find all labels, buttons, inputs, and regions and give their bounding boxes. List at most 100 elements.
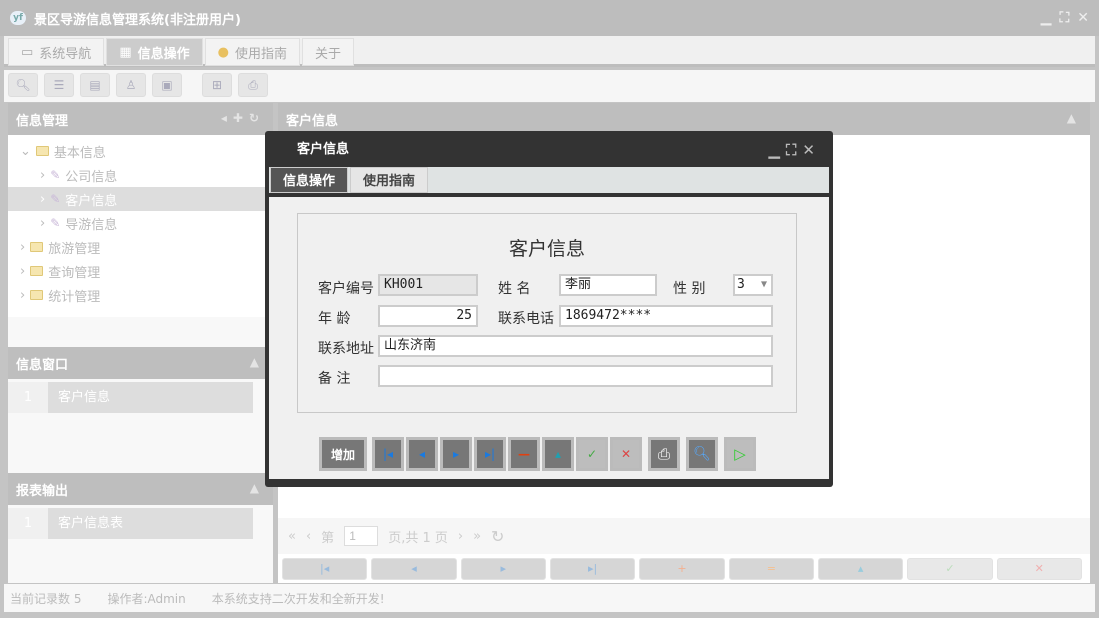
- first-record-button[interactable]: |◂: [372, 437, 404, 471]
- tree-item-query[interactable]: › 查询管理: [8, 259, 273, 283]
- tool-icon: ✎: [50, 168, 61, 182]
- chevron-right-icon: ›: [40, 191, 46, 207]
- tree-item-basic-info[interactable]: ⌄ 基本信息: [8, 139, 273, 163]
- run-button[interactable]: ▷: [724, 437, 756, 471]
- close-icon[interactable]: ✕: [802, 141, 821, 159]
- pagination: «‹ 第 页,共 1 页 ›» ↻: [278, 518, 1090, 554]
- customer-info-dialog: 客户信息 ▁⛶✕ 信息操作 使用指南 客户信息 客户编号 KH001 姓 名 李…: [265, 131, 833, 487]
- delete-button[interactable]: —: [508, 437, 540, 471]
- list-icon[interactable]: ☰: [44, 73, 74, 97]
- collapse-up-icon[interactable]: ▲: [250, 481, 265, 495]
- window-icon[interactable]: ▣: [152, 73, 182, 97]
- status-bar: 当前记录数 5 操作者:Admin 本系统支持二次开发和全新开发!: [4, 584, 1095, 612]
- folder-icon: [30, 242, 44, 252]
- edit-button[interactable]: ▴: [542, 437, 574, 471]
- tab-about[interactable]: 关于: [301, 38, 354, 66]
- chevron-right-icon: ›: [40, 167, 46, 183]
- folder-icon: [35, 146, 49, 156]
- delete-record-button[interactable]: =: [728, 558, 814, 580]
- maximize-icon[interactable]: ⛶: [786, 141, 803, 159]
- list-item[interactable]: 1 客户信息: [8, 382, 253, 413]
- search-icon[interactable]: 🔍︎: [8, 73, 38, 97]
- tab-info-operation[interactable]: ▦ 信息操作: [106, 38, 203, 66]
- left-sidebar: 信息管理 ◂✚↻ ⌄ 基本信息 › ✎ 公司信息 › ✎ 客户信息 › ✎ 导游信息 › 旅游管理…: [8, 103, 273, 583]
- toolbar: 🔍︎ ☰ ▤ ♙ ▣ ⊞ ⎙: [4, 70, 1095, 102]
- folder-icon: [30, 290, 44, 300]
- dialog-tab-info-operation[interactable]: 信息操作: [270, 167, 349, 193]
- gender-select[interactable]: 3 ▼: [733, 274, 773, 296]
- phone-field[interactable]: 1869472****: [559, 305, 773, 327]
- user-icon[interactable]: ♙: [116, 73, 146, 97]
- app-title: 景区导游信息管理系统(非注册用户): [34, 12, 241, 28]
- confirm-button[interactable]: ✓: [907, 558, 993, 580]
- folder-icon: [30, 266, 44, 276]
- restore-icon[interactable]: ⛶: [1059, 10, 1069, 26]
- first-page-icon[interactable]: «: [288, 529, 296, 544]
- preview-button[interactable]: 🔍︎: [686, 437, 718, 471]
- last-record-button[interactable]: ▸|: [549, 558, 636, 580]
- add-window-icon[interactable]: ⊞: [202, 73, 232, 97]
- next-page-icon[interactable]: ›: [458, 529, 463, 544]
- report-panel-header[interactable]: 报表输出 ▲: [8, 473, 273, 505]
- address-field[interactable]: 山东济南: [378, 335, 773, 357]
- chevron-down-icon: ⌄: [20, 143, 31, 159]
- collapse-up-icon[interactable]: ▲: [250, 355, 265, 369]
- collapse-up-icon[interactable]: ▲: [1067, 111, 1082, 125]
- tab-system-nav[interactable]: ▭ 系统导航: [8, 38, 105, 66]
- tree-item-company-info[interactable]: › ✎ 公司信息: [8, 163, 273, 187]
- save-button[interactable]: ✓: [576, 437, 608, 471]
- bottom-button-bar: |◂ ◂ ▸ ▸| + = ▴ ✓ ✕: [282, 558, 1082, 580]
- chevron-right-icon: ›: [20, 287, 26, 303]
- tree-item-travel[interactable]: › 旅游管理: [8, 235, 273, 259]
- dialog-title-bar[interactable]: 客户信息 ▁⛶✕: [269, 131, 829, 167]
- close-icon[interactable]: ✕: [1077, 10, 1089, 26]
- next-record-button[interactable]: ▸: [440, 437, 472, 471]
- note-field[interactable]: [378, 365, 773, 387]
- chevron-right-icon: ›: [20, 239, 26, 255]
- first-record-button[interactable]: |◂: [282, 558, 368, 580]
- print-icon[interactable]: ⎙: [238, 73, 268, 97]
- refresh-icon[interactable]: ↻: [249, 111, 265, 125]
- tree-item-guide-info[interactable]: › ✎ 导游信息: [8, 211, 273, 235]
- print-button[interactable]: ⎙: [648, 437, 680, 471]
- tool-icon: ✎: [50, 216, 61, 230]
- name-field[interactable]: 李丽: [559, 274, 657, 296]
- menu-tabs: ▭ 系统导航 ▦ 信息操作 ● 使用指南 关于: [4, 36, 1095, 67]
- title-bar: yf 景区导游信息管理系统(非注册用户) ▁ ⛶ ✕: [0, 0, 1099, 36]
- customer-id-field[interactable]: KH001: [378, 274, 478, 296]
- next-record-button[interactable]: ▸: [460, 558, 546, 580]
- monitor-icon: ▭: [21, 44, 34, 60]
- app-logo-icon: yf: [10, 11, 26, 25]
- refresh-icon[interactable]: ↻: [491, 527, 504, 546]
- chevron-right-icon: ›: [40, 215, 46, 231]
- last-page-icon[interactable]: »: [473, 529, 481, 544]
- nav-panel-header: 信息管理 ◂✚↻: [8, 103, 273, 135]
- page-input[interactable]: [344, 526, 379, 546]
- prev-record-button[interactable]: ◂: [371, 558, 457, 580]
- customer-form: 客户信息 客户编号 KH001 姓 名 李丽 性 别 3 ▼ 年 龄 25 联系电…: [297, 213, 797, 413]
- last-record-button[interactable]: ▸|: [474, 437, 506, 471]
- tree-item-customer-info[interactable]: › ✎ 客户信息: [8, 187, 273, 211]
- edit-record-button[interactable]: ▴: [817, 558, 904, 580]
- tree-item-stats[interactable]: › 统计管理: [8, 283, 273, 307]
- minimize-icon[interactable]: ▁: [1041, 10, 1052, 26]
- prev-record-button[interactable]: ◂: [406, 437, 438, 471]
- tool-icon: ✎: [50, 192, 61, 206]
- document-icon[interactable]: ▤: [80, 73, 110, 97]
- list-item[interactable]: 1 客户信息表: [8, 508, 253, 539]
- cancel-button[interactable]: ✕: [610, 437, 642, 471]
- window-panel-header[interactable]: 信息窗口 ▲: [8, 347, 273, 379]
- help-icon: ●: [217, 44, 229, 60]
- add-record-button[interactable]: +: [639, 558, 725, 580]
- chevron-down-icon: ▼: [760, 279, 767, 290]
- age-field[interactable]: 25: [378, 305, 478, 327]
- collapse-left-icon[interactable]: ◂: [221, 111, 233, 125]
- add-button[interactable]: 增加: [319, 437, 367, 471]
- tab-user-guide[interactable]: ● 使用指南: [204, 38, 300, 66]
- chevron-right-icon: ›: [20, 263, 26, 279]
- dialog-tab-user-guide[interactable]: 使用指南: [350, 167, 429, 193]
- minimize-icon[interactable]: ▁: [768, 141, 786, 159]
- prev-page-icon[interactable]: ‹: [306, 529, 311, 544]
- cancel-button[interactable]: ✕: [996, 558, 1082, 580]
- add-icon[interactable]: ✚: [233, 111, 249, 125]
